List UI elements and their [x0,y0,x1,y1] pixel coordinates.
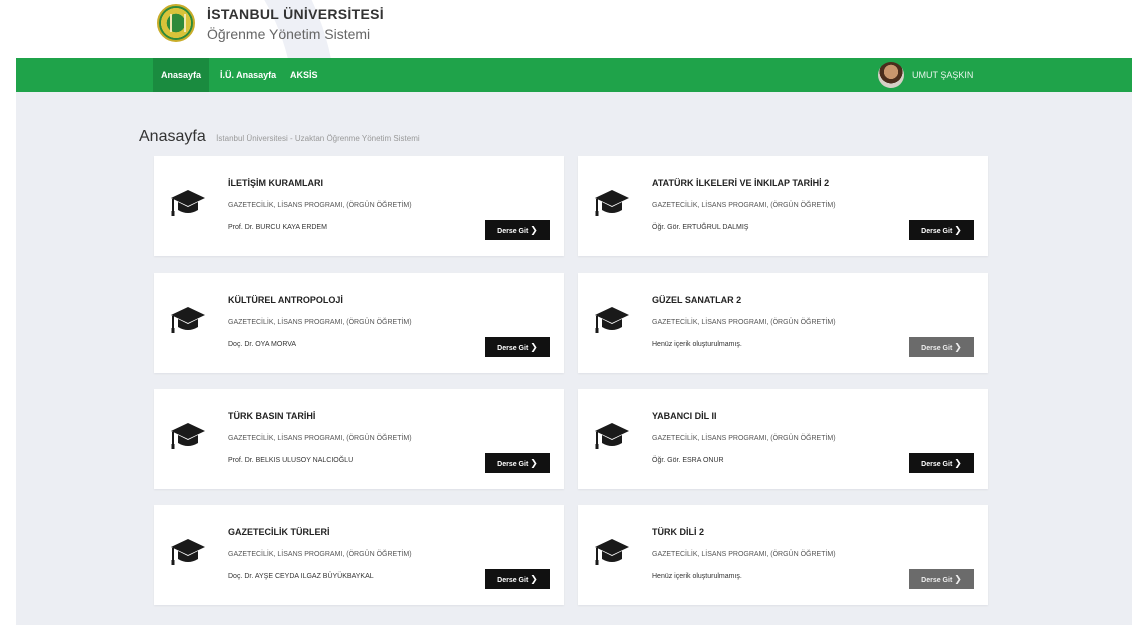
graduation-cap-icon [170,303,206,337]
graduation-cap-icon [594,419,630,453]
course-title[interactable]: YABANCI DİL II [652,411,717,421]
graduation-cap-icon [594,303,630,337]
course-program: GAZETECİLİK, LİSANS PROGRAMI, (ÖRGÜN ÖĞR… [228,435,412,442]
chevron-right-icon: ❯ [954,574,962,584]
go-to-course-button[interactable]: Derse Git ❯ [485,337,550,357]
breadcrumb: İstanbul Üniversitesi - Uzaktan Öğrenme … [216,134,420,143]
course-card: YABANCI DİL II GAZETECİLİK, LİSANS PROGRA… [578,389,988,489]
go-to-course-label: Derse Git [921,461,953,468]
chevron-right-icon: ❯ [954,225,962,235]
nav-item-anasayfa[interactable]: Anasayfa [153,58,210,92]
course-card: GAZETECİLİK TÜRLERİ GAZETECİLİK, LİSANS P… [154,505,564,605]
course-teacher: Doç. Dr. AYŞE CEYDA ILGAZ BÜYÜKBAYKAL [228,573,374,580]
go-to-course-label: Derse Git [497,345,529,352]
course-program: GAZETECİLİK, LİSANS PROGRAMI, (ÖRGÜN ÖĞR… [652,202,836,209]
chevron-right-icon: ❯ [530,342,538,352]
course-title[interactable]: GÜZEL SANATLAR 2 [652,295,741,305]
course-program: GAZETECİLİK, LİSANS PROGRAMI, (ÖRGÜN ÖĞR… [228,551,412,558]
go-to-course-label: Derse Git [497,228,529,235]
go-to-course-button[interactable]: Derse Git ❯ [909,569,974,589]
go-to-course-button[interactable]: Derse Git ❯ [485,220,550,240]
graduation-cap-icon [170,186,206,220]
course-teacher: Henüz içerik oluşturulmamış. [652,573,742,580]
course-card: İLETİŞİM KURAMLARI GAZETECİLİK, LİSANS PR… [154,156,564,256]
go-to-course-label: Derse Git [497,461,529,468]
course-teacher: Doç. Dr. OYA MORVA [228,341,297,348]
chevron-right-icon: ❯ [530,574,538,584]
course-program: GAZETECİLİK, LİSANS PROGRAMI, (ÖRGÜN ÖĞR… [228,319,412,326]
page-title: Anasayfa [139,128,206,145]
user-name[interactable]: UMUT ŞAŞKIN [912,62,973,88]
page-heading: Anasayfa İstanbul Üniversitesi - Uzaktan… [139,128,420,146]
nav-item-iu-anasayfa[interactable]: İ.Ü. Anasayfa [212,58,284,92]
course-title[interactable]: KÜLTÜREL ANTROPOLOJİ [228,295,343,305]
graduation-cap-icon [170,535,206,569]
course-card: ATATÜRK İLKELERİ VE İNKILAP TARİHİ 2 GAZE… [578,156,988,256]
chevron-right-icon: ❯ [954,458,962,468]
course-title[interactable]: TÜRK DİLİ 2 [652,527,704,537]
chevron-right-icon: ❯ [530,458,538,468]
app-frame: İSTANBUL ÜNİVERSİTESİ Öğrenme Yönetim Si… [16,0,1132,625]
university-logo[interactable] [157,4,195,42]
course-title[interactable]: İLETİŞİM KURAMLARI [228,178,323,188]
main-content: Anasayfa İstanbul Üniversitesi - Uzaktan… [16,92,1132,625]
course-teacher: Öğr. Gör. ERTUĞRUL DALMIŞ [652,224,749,231]
course-card: TÜRK DİLİ 2 GAZETECİLİK, LİSANS PROGRAMI,… [578,505,988,605]
course-card: TÜRK BASIN TARİHİ GAZETECİLİK, LİSANS PRO… [154,389,564,489]
nav-item-aksis[interactable]: AKSİS [282,58,326,92]
course-teacher: Prof. Dr. BURCU KAYA ERDEM [228,224,327,231]
course-program: GAZETECİLİK, LİSANS PROGRAMI, (ÖRGÜN ÖĞR… [652,435,836,442]
course-card: GÜZEL SANATLAR 2 GAZETECİLİK, LİSANS PROG… [578,273,988,373]
go-to-course-label: Derse Git [921,577,953,584]
main-navbar: Anasayfa İ.Ü. Anasayfa AKSİS UMUT ŞAŞKIN [16,58,1132,92]
go-to-course-button[interactable]: Derse Git ❯ [909,337,974,357]
go-to-course-label: Derse Git [921,228,953,235]
course-teacher: Öğr. Gör. ESRA ONUR [652,457,724,464]
go-to-course-label: Derse Git [921,345,953,352]
course-program: GAZETECİLİK, LİSANS PROGRAMI, (ÖRGÜN ÖĞR… [652,319,836,326]
course-title[interactable]: GAZETECİLİK TÜRLERİ [228,527,330,537]
graduation-cap-icon [170,419,206,453]
avatar[interactable] [878,62,904,88]
site-header: İSTANBUL ÜNİVERSİTESİ Öğrenme Yönetim Si… [16,0,1132,58]
go-to-course-button[interactable]: Derse Git ❯ [909,220,974,240]
course-program: GAZETECİLİK, LİSANS PROGRAMI, (ÖRGÜN ÖĞR… [228,202,412,209]
course-teacher: Prof. Dr. BELKIS ULUSOY NALCIOĞLU [228,457,354,464]
chevron-right-icon: ❯ [530,225,538,235]
go-to-course-button[interactable]: Derse Git ❯ [909,453,974,473]
course-teacher: Henüz içerik oluşturulmamış. [652,341,742,348]
course-title[interactable]: ATATÜRK İLKELERİ VE İNKILAP TARİHİ 2 [652,178,829,188]
course-card: KÜLTÜREL ANTROPOLOJİ GAZETECİLİK, LİSANS … [154,273,564,373]
go-to-course-label: Derse Git [497,577,529,584]
graduation-cap-icon [594,535,630,569]
graduation-cap-icon [594,186,630,220]
course-title[interactable]: TÜRK BASIN TARİHİ [228,411,315,421]
go-to-course-button[interactable]: Derse Git ❯ [485,453,550,473]
course-program: GAZETECİLİK, LİSANS PROGRAMI, (ÖRGÜN ÖĞR… [652,551,836,558]
go-to-course-button[interactable]: Derse Git ❯ [485,569,550,589]
brand-subtitle: Öğrenme Yönetim Sistemi [207,26,371,42]
chevron-right-icon: ❯ [954,342,962,352]
brand-title[interactable]: İSTANBUL ÜNİVERSİTESİ [207,6,384,22]
